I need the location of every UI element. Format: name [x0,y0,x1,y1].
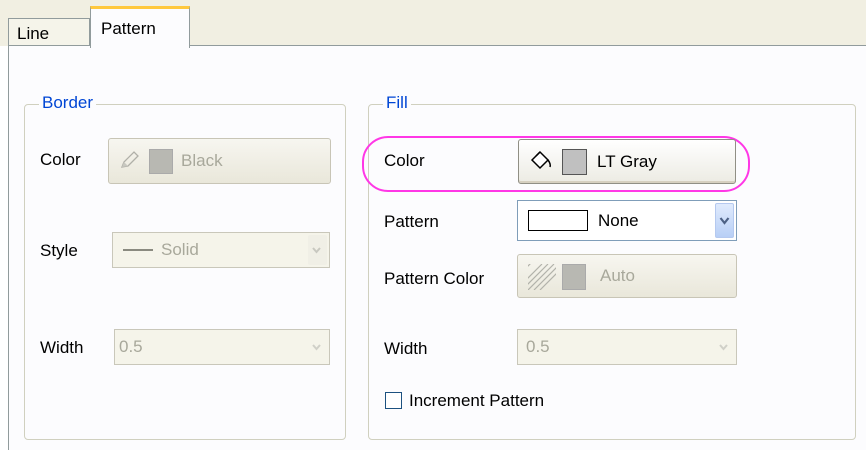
border-style-dropdown[interactable]: Solid [112,232,330,268]
fill-color-label: Color [384,151,425,170]
tab-line-label: Line [17,24,50,43]
tab-line[interactable]: Line [8,18,90,46]
chevron-down-icon[interactable] [308,235,327,265]
fill-width-label: Width [384,339,428,358]
border-group-title: Border [39,93,97,113]
paint-bucket-icon [529,150,553,177]
border-color-label: Color [40,150,81,169]
border-style-label: Style [40,241,78,260]
tab-pattern[interactable]: Pattern [90,6,190,48]
solid-line-icon [123,249,153,251]
increment-pattern-checkbox[interactable] [385,392,402,409]
fill-group-title: Fill [383,93,411,113]
chevron-down-icon[interactable] [715,203,734,238]
pattern-color-swatch [562,264,586,290]
chevron-down-icon[interactable] [715,332,734,362]
fill-color-swatch [562,149,587,175]
fill-pattern-label: Pattern [384,212,439,231]
chevron-down-icon[interactable] [308,332,327,362]
increment-pattern-label: Increment Pattern [409,391,545,410]
border-color-swatch [149,149,173,174]
tab-pattern-label: Pattern [101,19,156,38]
border-style-value: Solid [161,240,199,259]
fill-width-field[interactable]: 0.5 [517,329,737,365]
border-color-value: Black [181,151,223,170]
fill-pattern-color-button[interactable]: Auto [509,254,737,298]
fill-pattern-color-value: Auto [600,266,635,285]
border-width-value: 0.5 [119,337,143,356]
fill-pattern-color-label: Pattern Color [384,269,485,288]
fill-pattern-dropdown[interactable]: None [517,200,737,241]
pencil-icon [119,150,141,175]
fill-pattern-value: None [598,211,639,230]
fill-color-button[interactable]: LT Gray [518,139,736,184]
border-color-button[interactable]: Black [108,138,331,184]
border-width-label: Width [40,338,84,357]
hatch-pattern-icon [509,257,567,295]
border-width-field[interactable]: 0.5 [114,329,330,365]
pattern-preview [528,210,588,231]
fill-color-value: LT Gray [597,152,657,171]
fill-width-value: 0.5 [526,337,550,356]
